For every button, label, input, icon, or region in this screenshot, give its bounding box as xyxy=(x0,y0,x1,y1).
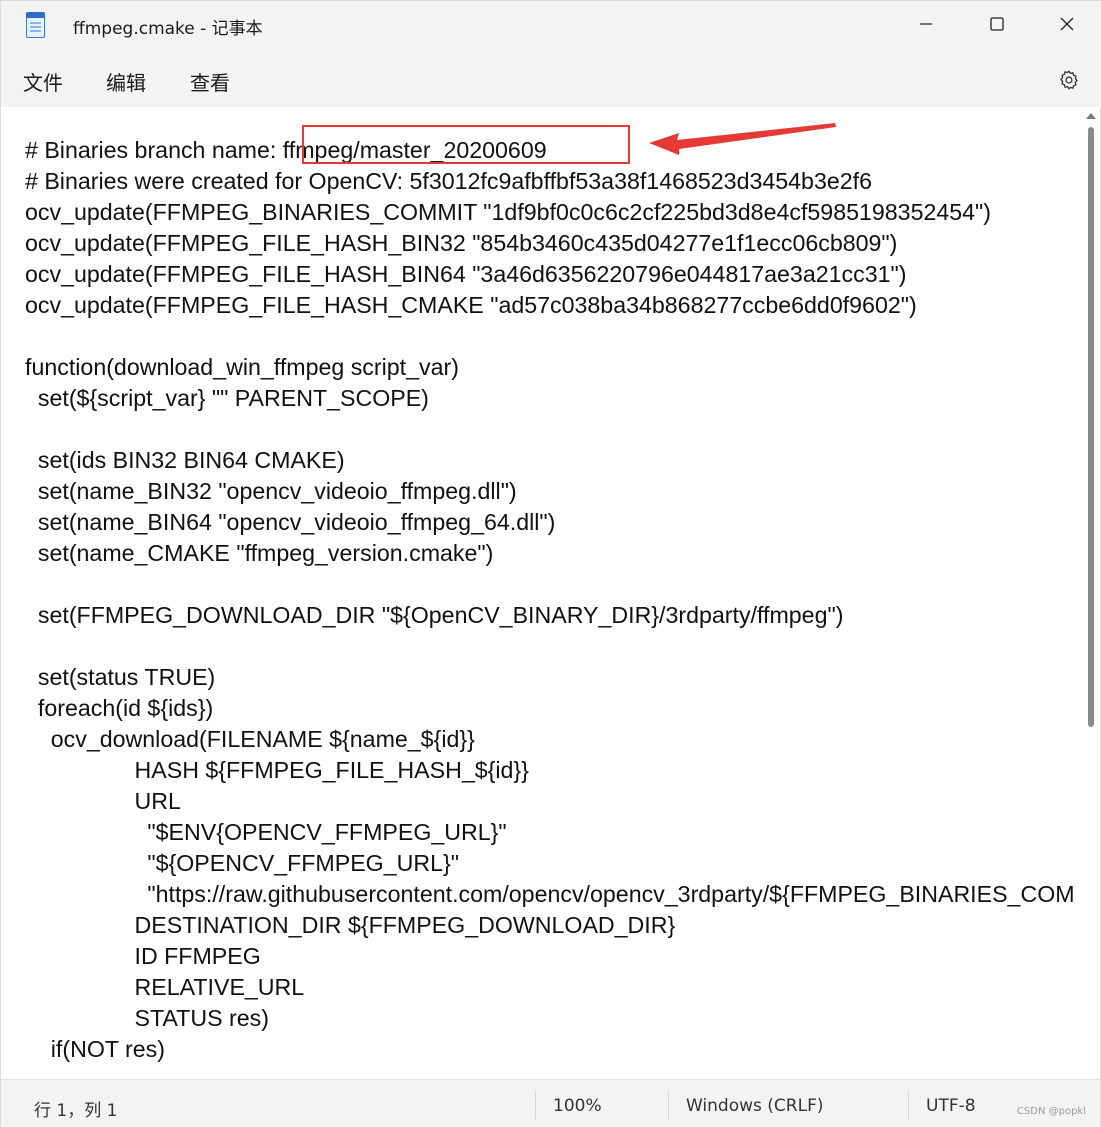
close-icon xyxy=(1060,17,1074,31)
window-title: ffmpeg.cmake - 记事本 xyxy=(73,19,263,39)
status-divider xyxy=(535,1091,536,1119)
code-line[interactable]: function(download_win_ffmpeg script_var) xyxy=(25,352,1075,383)
cursor-position: 行 1，列 1 xyxy=(34,1101,118,1121)
close-button[interactable] xyxy=(1032,1,1101,47)
code-line[interactable]: "https://raw.githubusercontent.com/openc… xyxy=(25,879,1075,910)
code-line[interactable]: RELATIVE_URL xyxy=(25,972,1075,1003)
notepad-icon xyxy=(26,12,45,38)
code-line[interactable]: ocv_download(FILENAME ${name_${id}} xyxy=(25,724,1075,755)
code-line[interactable] xyxy=(25,631,1075,662)
minimize-icon xyxy=(920,23,932,25)
minimize-button[interactable] xyxy=(891,1,961,47)
gear-icon[interactable] xyxy=(1058,69,1080,91)
zoom-level[interactable]: 100% xyxy=(553,1096,602,1116)
code-line[interactable]: # Binaries were created for OpenCV: 5f30… xyxy=(25,166,1075,197)
code-line[interactable]: ID FFMPEG xyxy=(25,941,1075,972)
code-line[interactable]: ocv_update(FFMPEG_FILE_HASH_CMAKE "ad57c… xyxy=(25,290,1075,321)
code-line[interactable] xyxy=(25,569,1075,600)
code-line[interactable]: foreach(id ${ids}) xyxy=(25,693,1075,724)
title-bar[interactable]: ffmpeg.cmake - 记事本 xyxy=(1,1,1101,49)
text-editor[interactable]: # Binaries branch name: ffmpeg/master_20… xyxy=(1,107,1100,1079)
code-line[interactable]: ocv_update(FFMPEG_BINARIES_COMMIT "1df9b… xyxy=(25,197,1075,228)
menu-bar: 文件 编辑 查看 xyxy=(1,49,1101,107)
status-divider xyxy=(908,1091,909,1119)
maximize-icon xyxy=(990,17,1004,31)
maximize-button[interactable] xyxy=(962,1,1032,47)
menu-file[interactable]: 文件 xyxy=(23,67,63,96)
code-line[interactable]: ocv_update(FFMPEG_FILE_HASH_BIN64 "3a46d… xyxy=(25,259,1075,290)
code-line[interactable] xyxy=(25,414,1075,445)
vertical-scrollbar[interactable] xyxy=(1088,127,1094,727)
code-line[interactable]: URL xyxy=(25,786,1075,817)
code-line[interactable]: set(name_BIN64 "opencv_videoio_ffmpeg_64… xyxy=(25,507,1075,538)
code-line[interactable]: set(name_CMAKE "ffmpeg_version.cmake") xyxy=(25,538,1075,569)
code-line[interactable] xyxy=(25,321,1075,352)
scroll-up-arrow-icon[interactable] xyxy=(1086,113,1096,119)
code-line[interactable]: set(status TRUE) xyxy=(25,662,1075,693)
code-line[interactable]: set(ids BIN32 BIN64 CMAKE) xyxy=(25,445,1075,476)
annotation-highlight-box xyxy=(302,125,630,164)
annotation-arrow-icon xyxy=(649,123,836,155)
watermark: CSDN @popkl xyxy=(1016,1106,1086,1117)
code-line[interactable]: set(name_BIN32 "opencv_videoio_ffmpeg.dl… xyxy=(25,476,1075,507)
status-bar: 行 1，列 1 100% Windows (CRLF) UTF-8 CSDN @… xyxy=(1,1079,1100,1127)
code-line[interactable]: set(FFMPEG_DOWNLOAD_DIR "${OpenCV_BINARY… xyxy=(25,600,1075,631)
code-line[interactable]: "$ENV{OPENCV_FFMPEG_URL}" xyxy=(25,817,1075,848)
line-ending[interactable]: Windows (CRLF) xyxy=(686,1096,824,1116)
code-line[interactable]: if(NOT res) xyxy=(25,1034,1075,1065)
menu-edit[interactable]: 编辑 xyxy=(106,67,146,96)
code-line[interactable]: STATUS res) xyxy=(25,1003,1075,1034)
code-line[interactable]: HASH ${FFMPEG_FILE_HASH_${id}} xyxy=(25,755,1075,786)
status-divider xyxy=(668,1091,669,1119)
menu-view[interactable]: 查看 xyxy=(190,67,230,96)
code-line[interactable]: DESTINATION_DIR ${FFMPEG_DOWNLOAD_DIR} xyxy=(25,910,1075,941)
code-line[interactable]: set(${script_var} "" PARENT_SCOPE) xyxy=(25,383,1075,414)
encoding[interactable]: UTF-8 xyxy=(926,1096,976,1116)
code-text[interactable]: # Binaries branch name: ffmpeg/master_20… xyxy=(25,135,1075,1065)
notepad-window: ffmpeg.cmake - 记事本 文件 编辑 查看 # Binaries b… xyxy=(0,0,1101,1127)
code-line[interactable]: "${OPENCV_FFMPEG_URL}" xyxy=(25,848,1075,879)
code-line[interactable]: ocv_update(FFMPEG_FILE_HASH_BIN32 "854b3… xyxy=(25,228,1075,259)
